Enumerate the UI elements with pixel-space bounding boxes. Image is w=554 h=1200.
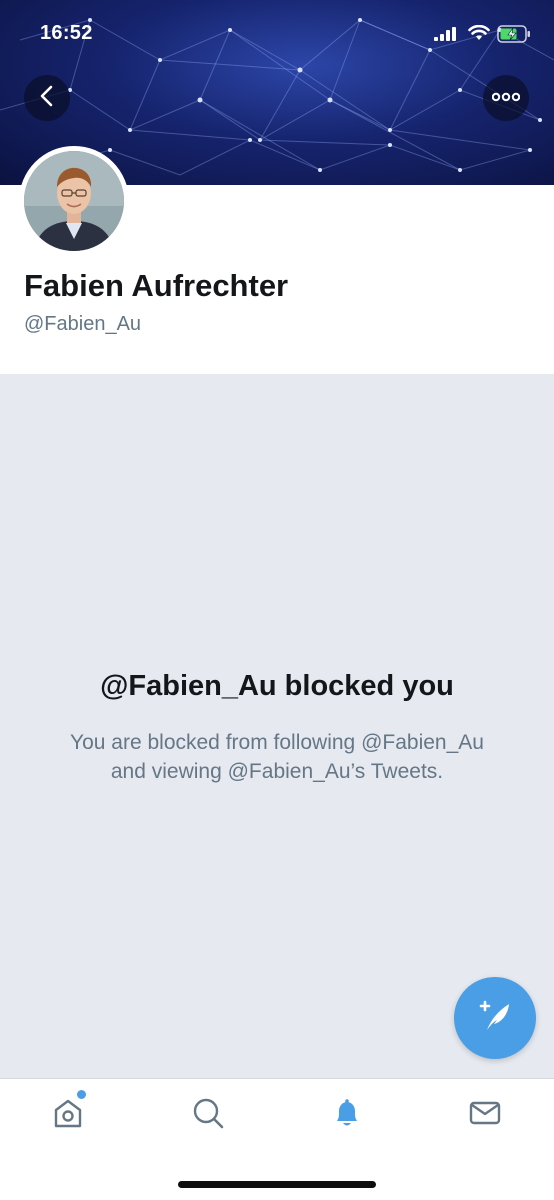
ellipsis-icon bbox=[491, 89, 521, 107]
tab-search[interactable] bbox=[188, 1095, 228, 1135]
blocked-message: You are blocked from following @Fabien_A… bbox=[70, 731, 484, 783]
home-notification-dot bbox=[77, 1090, 86, 1099]
compose-tweet-icon bbox=[475, 996, 515, 1041]
avatar[interactable] bbox=[19, 146, 129, 256]
battery-charging-icon bbox=[497, 25, 531, 48]
more-options-button[interactable] bbox=[483, 75, 529, 121]
tab-notifications[interactable] bbox=[327, 1095, 367, 1135]
profile-photo bbox=[24, 151, 124, 251]
home-indicator[interactable] bbox=[178, 1181, 376, 1188]
bell-icon bbox=[330, 1096, 364, 1135]
mail-icon bbox=[468, 1096, 502, 1135]
wifi-icon bbox=[468, 24, 490, 46]
home-icon bbox=[51, 1096, 85, 1135]
status-time: 16:52 bbox=[40, 22, 93, 44]
search-icon bbox=[191, 1096, 225, 1135]
tab-messages[interactable] bbox=[465, 1095, 505, 1135]
status-bar: 16:52 bbox=[0, 0, 554, 66]
tab-home[interactable] bbox=[48, 1095, 88, 1135]
compose-tweet-button[interactable] bbox=[454, 977, 536, 1059]
chevron-left-icon bbox=[39, 85, 55, 112]
blocked-notice-panel bbox=[0, 374, 554, 1078]
back-button[interactable] bbox=[24, 75, 70, 121]
blocked-title: @Fabien_Au blocked you bbox=[100, 670, 454, 702]
profile-handle: @Fabien_Au bbox=[24, 313, 142, 335]
profile-name: Fabien Aufrechter bbox=[24, 268, 289, 303]
cellular-signal-icon bbox=[434, 27, 456, 46]
